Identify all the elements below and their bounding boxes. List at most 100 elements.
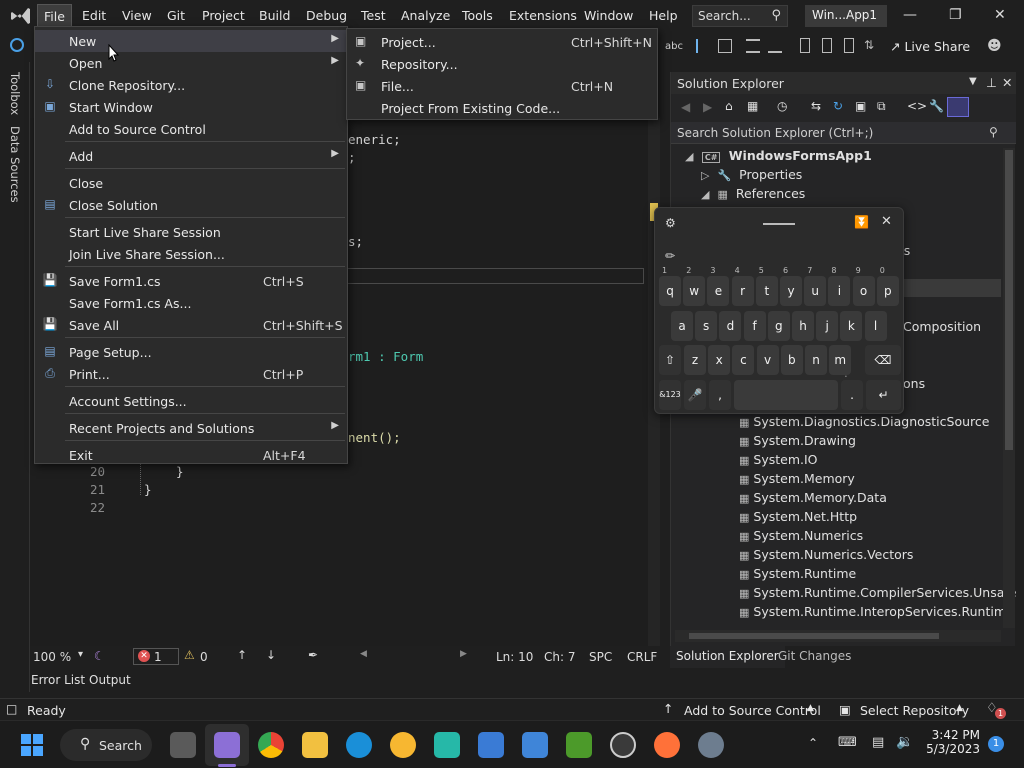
bookmark-icon[interactable]	[800, 38, 810, 53]
menu-item-page-setup[interactable]: ▤ Page Setup...	[35, 341, 347, 363]
menu-item-recent-projects[interactable]: Recent Projects and Solutions ▶	[35, 417, 347, 439]
bookmark-next-icon[interactable]	[822, 38, 832, 53]
tab-error-list[interactable]: Error List	[31, 673, 85, 687]
toolbox-tab[interactable]: Toolbox	[8, 72, 22, 115]
backspace-key[interactable]: ⌫	[865, 345, 901, 375]
scroll-right-icon[interactable]: ▶	[460, 649, 467, 659]
menu-window[interactable]: Window	[584, 8, 633, 23]
menu-item-save-all[interactable]: 💾 Save All Ctrl+Shift+S	[35, 314, 347, 336]
notification-badge[interactable]: 1	[988, 736, 1004, 752]
media-player-icon[interactable]	[610, 732, 636, 758]
tray-chevron-up-icon[interactable]: ⌃	[808, 736, 818, 750]
menu-analyze[interactable]: Analyze	[401, 8, 450, 23]
key-a[interactable]: a	[671, 311, 693, 341]
whitespace-indicator[interactable]: SPC	[589, 650, 612, 664]
solution-explorer-search[interactable]: Search Solution Explorer (Ctrl+;) ⚲	[671, 122, 1016, 144]
format-icon[interactable]	[718, 39, 732, 53]
refresh-icon[interactable]: ↻	[833, 99, 843, 113]
shift-key[interactable]: ⇧	[659, 345, 681, 375]
menu-help[interactable]: Help	[649, 8, 678, 23]
menu-test[interactable]: Test	[361, 8, 386, 23]
key-r[interactable]: 4r	[731, 266, 754, 306]
enter-key[interactable]: ↵	[866, 380, 901, 410]
tree-item-reference[interactable]: ▦ System.Drawing	[739, 433, 856, 448]
keyboard-tray-icon[interactable]: ⌨	[838, 735, 857, 750]
tree-item-reference[interactable]: ▦System.Runtime.InteropServices.RuntimeI…	[739, 604, 1003, 619]
key-y[interactable]: 6y	[780, 266, 802, 306]
caret-up-icon[interactable]: ▲	[807, 703, 814, 713]
menu-item-start-live-share[interactable]: Start Live Share Session	[35, 221, 347, 243]
menu-debug[interactable]: Debug	[306, 8, 347, 23]
menu-item-exit[interactable]: Exit Alt+F4	[35, 444, 347, 466]
menu-item-clone-repository[interactable]: ⇩ Clone Repository...	[35, 74, 347, 96]
spell-icon[interactable]: abc	[665, 41, 683, 52]
align-icon[interactable]	[696, 39, 710, 53]
scrollbar-thumb[interactable]	[1005, 150, 1013, 450]
zoom-dropdown-icon[interactable]: ▾	[78, 649, 83, 660]
expand-icon[interactable]: ◢	[701, 188, 709, 201]
menu-build[interactable]: Build	[259, 8, 290, 23]
key-v[interactable]: v	[756, 345, 779, 375]
tree-item-reference[interactable]: ▦ System.Net.Http	[739, 509, 857, 524]
menu-item-close[interactable]: Close	[35, 172, 347, 194]
tree-item-references[interactable]: ◢ ▦ References	[701, 186, 805, 201]
submenu-item-project[interactable]: ▣ Project... Ctrl+Shift+N	[347, 31, 657, 53]
live-share-button[interactable]: ↗ Live Share	[890, 39, 970, 54]
search-box[interactable]: Search... ⚲	[692, 5, 788, 27]
tree-item-reference[interactable]: ▦ System.Numerics.Vectors	[739, 547, 913, 562]
clipboard-icon[interactable]: ✏	[665, 249, 675, 263]
key-s[interactable]: s	[695, 311, 718, 341]
overflow-icon[interactable]: ⇅	[864, 38, 874, 52]
expand-icon[interactable]: ◢	[685, 150, 693, 163]
solution-title[interactable]: Win...App1	[805, 5, 887, 27]
tab-git-changes[interactable]: Git Changes	[778, 649, 851, 663]
scrollbar-thumb[interactable]	[689, 633, 939, 639]
key-h[interactable]: h	[792, 311, 814, 341]
tree-item-solution[interactable]: ◢ C# WindowsFormsApp1	[685, 148, 872, 163]
menu-item-print[interactable]: ⎙ Print... Ctrl+P	[35, 363, 347, 385]
error-indicator[interactable]: ✕ 1	[133, 648, 179, 665]
key-u[interactable]: 7u	[804, 266, 827, 306]
menu-git[interactable]: Git	[167, 8, 185, 23]
spreadsheet-icon[interactable]	[566, 732, 592, 758]
close-icon[interactable]: ✕	[994, 7, 1006, 23]
panel-close-icon[interactable]: ✕	[1002, 75, 1012, 90]
menu-extensions[interactable]: Extensions	[509, 8, 577, 23]
tree-item-reference[interactable]: ▦ System.Runtime	[739, 566, 856, 581]
key-g[interactable]: g	[767, 311, 790, 341]
space-key[interactable]	[734, 380, 838, 410]
notepad-icon[interactable]	[522, 732, 548, 758]
tree-horizontal-scrollbar[interactable]	[675, 630, 1001, 642]
restore-icon[interactable]: ❐	[949, 7, 962, 23]
pin-icon[interactable]: ⊥	[986, 75, 997, 90]
minimize-icon[interactable]: —	[903, 7, 917, 23]
scroll-left-icon[interactable]: ◀	[360, 649, 367, 659]
dev-tool-icon[interactable]	[434, 732, 460, 758]
tab-output[interactable]: Output	[89, 673, 131, 687]
tree-item-reference[interactable]: ▦ System.Diagnostics.DiagnosticSource	[739, 414, 989, 429]
menu-view[interactable]: View	[122, 8, 152, 23]
period-key[interactable]: ? .	[841, 370, 863, 410]
key-j[interactable]: j	[816, 311, 839, 341]
column-indicator[interactable]: Ch: 7	[544, 650, 575, 664]
key-q[interactable]: 1q	[659, 266, 681, 306]
tree-item-reference[interactable]: ▦ System.Numerics	[739, 528, 863, 543]
feedback-icon[interactable]: ☻	[987, 38, 1002, 54]
visual-studio-icon[interactable]	[214, 732, 240, 758]
task-view-icon[interactable]	[170, 732, 196, 758]
file-explorer-icon[interactable]	[302, 732, 328, 758]
microsoft-store-icon[interactable]	[478, 732, 504, 758]
key-w[interactable]: 2w	[683, 266, 706, 306]
menu-item-open[interactable]: Open ▶	[35, 52, 347, 74]
key-i[interactable]: 8i	[828, 266, 851, 306]
bookmark-clear-icon[interactable]	[844, 38, 854, 53]
firefox-icon[interactable]	[654, 732, 680, 758]
tree-item-reference[interactable]: ons	[903, 376, 925, 391]
key-x[interactable]: x	[708, 345, 731, 375]
windows-start-icon[interactable]	[21, 734, 43, 756]
properties-wrench-icon[interactable]: 🔧	[929, 99, 944, 113]
data-sources-tab[interactable]: Data Sources	[8, 126, 22, 203]
brush-icon[interactable]: ✒	[308, 648, 318, 662]
mic-key[interactable]: 🎤	[684, 380, 706, 410]
menu-project[interactable]: Project	[202, 8, 245, 23]
